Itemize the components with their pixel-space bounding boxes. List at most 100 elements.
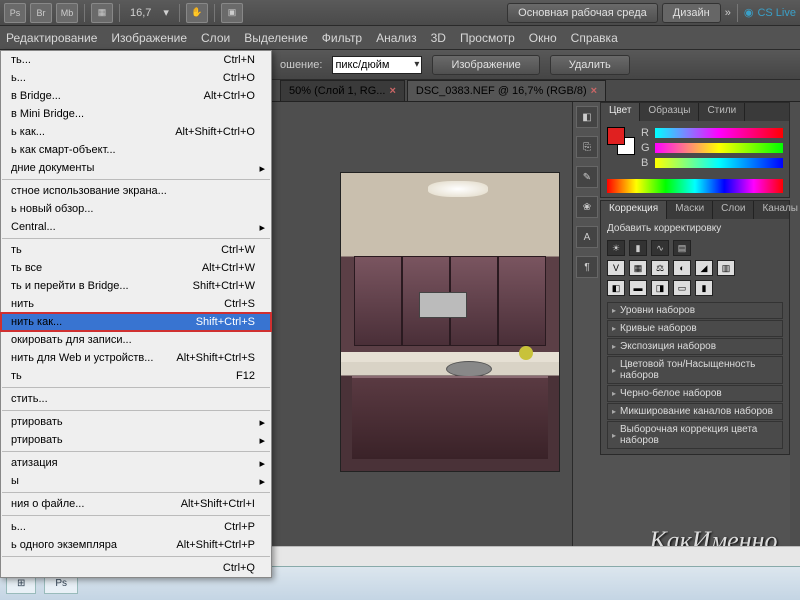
bridge-icon[interactable]: Br [30,3,52,23]
vibrance-icon[interactable]: V [607,260,625,276]
dock-icon[interactable]: ✎ [576,166,598,188]
photo-filter-icon[interactable]: ◢ [695,260,713,276]
menu-item[interactable]: ь...Ctrl+O [1,69,271,87]
menu-view[interactable]: Просмотр [460,31,515,45]
dock-icon[interactable]: ⎘ [576,136,598,158]
image-button[interactable]: Изображение [432,55,539,75]
menu-layers[interactable]: Слои [201,31,230,45]
brightness-icon[interactable]: ☀ [607,240,625,256]
bw-icon[interactable]: ◐ [673,260,691,276]
menu-select[interactable]: Выделение [244,31,308,45]
app-icon[interactable]: Ps [4,3,26,23]
menu-item[interactable]: стное использование экрана... [1,182,271,200]
mixer-icon[interactable]: ▥ [717,260,735,276]
gradient-map-icon[interactable]: ▭ [673,280,691,296]
zoom-value[interactable]: 16,7 [130,7,151,19]
balance-icon[interactable]: ⚖ [651,260,669,276]
menu-item[interactable]: нить как...Shift+Ctrl+S [1,313,271,331]
menu-help[interactable]: Справка [571,31,618,45]
menu-item[interactable]: в Bridge...Alt+Ctrl+O [1,87,271,105]
hue-icon[interactable]: ▦ [629,260,647,276]
r-slider[interactable] [655,128,783,138]
menu-item[interactable]: ь как смарт-объект... [1,141,271,159]
menu-item[interactable]: тьF12 [1,367,271,385]
menu-item[interactable]: ь новый обзор... [1,200,271,218]
color-swatch[interactable] [607,127,635,155]
tab-swatches[interactable]: Образцы [640,103,699,121]
menu-item[interactable]: Central... [1,218,271,236]
menu-item[interactable]: ртировать [1,431,271,449]
preset-item[interactable]: Выборочная коррекция цвета наборов [607,421,783,449]
g-slider[interactable] [655,143,783,153]
document-tab[interactable]: DSC_0383.NEF @ 16,7% (RGB/8)× [407,80,606,101]
spectrum-picker[interactable] [607,179,783,193]
preset-item[interactable]: Микширование каналов наборов [607,403,783,420]
document-tab[interactable]: 50% (Слой 1, RG...× [280,80,405,101]
selective-icon[interactable]: ▮ [695,280,713,296]
more-icon[interactable]: » [725,7,731,19]
curves-icon[interactable]: ∿ [651,240,669,256]
threshold-icon[interactable]: ◨ [651,280,669,296]
preset-item[interactable]: Уровни наборов [607,302,783,319]
dock-icon[interactable]: ◧ [576,106,598,128]
menu-bar: Редактирование Изображение Слои Выделени… [0,26,800,50]
delete-button[interactable]: Удалить [550,55,630,75]
preset-item[interactable]: Цветовой тон/Насыщенность наборов [607,356,783,384]
menu-item[interactable]: нить для Web и устройств...Alt+Shift+Ctr… [1,349,271,367]
tab-adjustments[interactable]: Коррекция [601,201,667,219]
menu-item[interactable]: ть...Ctrl+N [1,51,271,69]
screen-mode-icon[interactable]: ▣ [221,3,243,23]
preset-item[interactable]: Кривые наборов [607,320,783,337]
tab-masks[interactable]: Маски [667,201,713,219]
workspace-button[interactable]: Основная рабочая среда [507,3,658,23]
menu-item[interactable]: ь одного экземпляраAlt+Shift+Ctrl+P [1,536,271,554]
menu-item[interactable]: ь как...Alt+Shift+Ctrl+O [1,123,271,141]
menu-item[interactable]: дние документы [1,159,271,177]
menu-item[interactable]: ь...Ctrl+P [1,518,271,536]
collapsed-panel-dock: ◧ ⎘ ✎ ❀ A ¶ [572,102,602,600]
file-menu-dropdown: ть...Ctrl+Nь...Ctrl+Oв Bridge...Alt+Ctrl… [0,50,272,578]
menu-item[interactable]: Ctrl+Q [1,559,271,577]
posterize-icon[interactable]: ▬ [629,280,647,296]
invert-icon[interactable]: ◧ [607,280,625,296]
menu-edit[interactable]: Редактирование [6,31,97,45]
menu-image[interactable]: Изображение [111,31,187,45]
menu-item[interactable]: в Mini Bridge... [1,105,271,123]
adjustments-panel: Коррекция Маски Слои Каналы Добавить кор… [600,200,790,455]
tab-layers[interactable]: Слои [713,201,754,219]
b-slider[interactable] [655,158,783,168]
tab-channels[interactable]: Каналы [754,201,800,219]
dock-icon[interactable]: A [576,226,598,248]
dock-icon[interactable]: ¶ [576,256,598,278]
cslive-button[interactable]: CS Live [744,6,796,19]
preset-item[interactable]: Черно-белое наборов [607,385,783,402]
close-icon[interactable]: × [591,85,597,97]
close-icon[interactable]: × [389,85,395,97]
menu-item[interactable]: ть всеAlt+Ctrl+W [1,259,271,277]
tab-color[interactable]: Цвет [601,103,640,121]
exposure-icon[interactable]: ▤ [673,240,691,256]
menu-item[interactable]: ть и перейти в Bridge...Shift+Ctrl+W [1,277,271,295]
dock-icon[interactable]: ❀ [576,196,598,218]
arrange-icon[interactable]: ▦ [91,3,113,23]
menu-item[interactable]: тьCtrl+W [1,241,271,259]
tab-styles[interactable]: Стили [699,103,745,121]
menu-item[interactable]: стить... [1,390,271,408]
unit-select[interactable]: пикс/дюйм [332,56,422,74]
levels-icon[interactable]: ▮ [629,240,647,256]
minibridge-icon[interactable]: Mb [56,3,78,23]
preset-item[interactable]: Экспозиция наборов [607,338,783,355]
menu-3d[interactable]: 3D [431,31,446,45]
menu-window[interactable]: Окно [529,31,557,45]
hand-icon[interactable]: ✋ [186,3,208,23]
menu-item[interactable]: ы [1,472,271,490]
option-label: ошение: [280,59,322,71]
design-button[interactable]: Дизайн [662,3,721,23]
zoom-dropdown-icon[interactable]: ▾ [163,6,169,19]
menu-item[interactable]: нитьCtrl+S [1,295,271,313]
menu-item[interactable]: ния о файле...Alt+Shift+Ctrl+I [1,495,271,513]
menu-item[interactable]: ртировать [1,413,271,431]
menu-analysis[interactable]: Анализ [376,31,417,45]
menu-item[interactable]: атизация [1,454,271,472]
menu-filter[interactable]: Фильтр [322,31,362,45]
